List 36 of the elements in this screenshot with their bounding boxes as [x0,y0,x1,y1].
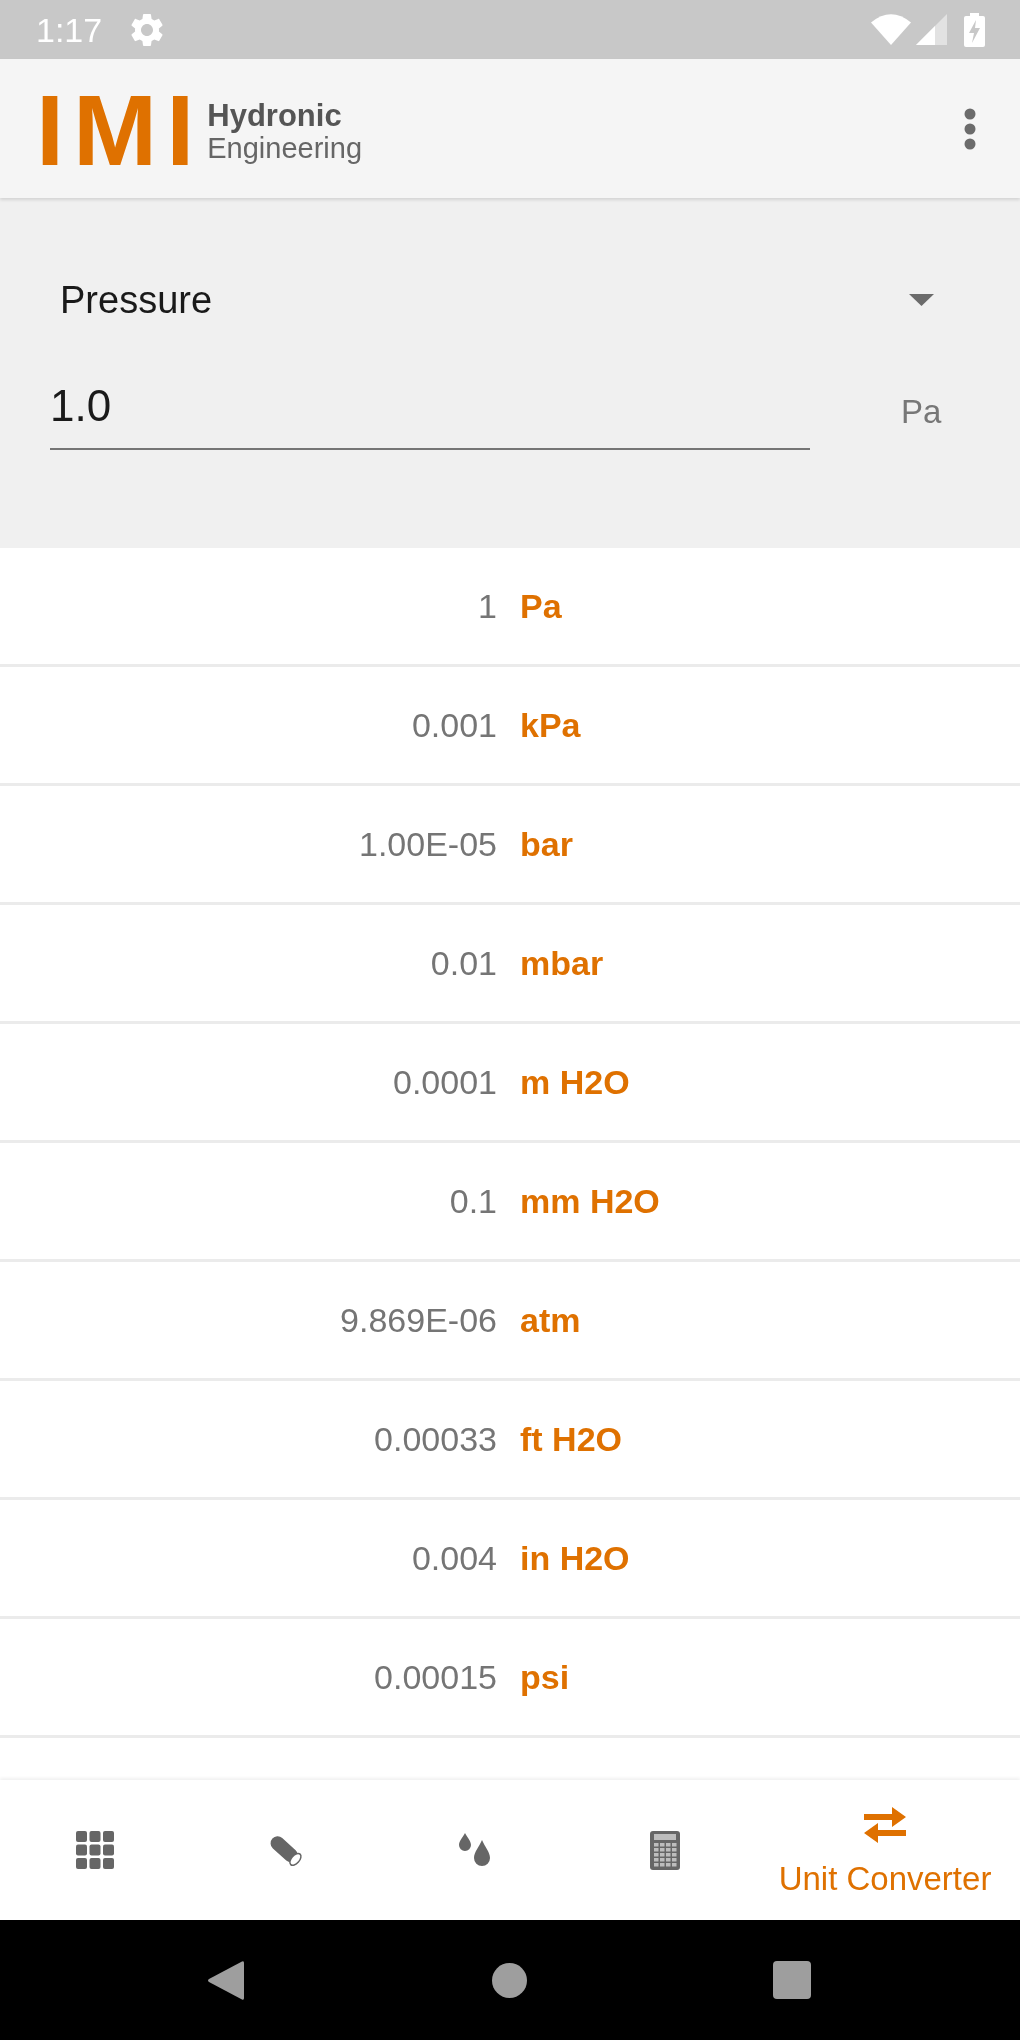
result-unit: mbar [520,946,604,980]
wifi-icon [871,14,911,45]
value-input[interactable]: 1.0 [50,375,810,450]
result-value: 0.0001 [392,1065,497,1099]
calculator-icon [650,1830,680,1870]
result-value: 0.00015 [373,1660,497,1694]
result-value: 9.869E-06 [339,1303,497,1337]
result-unit: mm H2O [520,1184,660,1218]
grid-icon [76,1831,114,1869]
quantity-dropdown[interactable]: Pressure [38,260,960,340]
result-unit: bar [520,827,573,861]
result-value: 0.1 [448,1184,497,1218]
more-menu-icon[interactable] [964,107,976,150]
result-unit: psi [520,1660,570,1694]
result-value: 0.001 [410,708,497,742]
result-unit: in H2O [520,1541,630,1575]
home-icon[interactable] [492,1962,527,1998]
result-unit: ft H2O [520,1422,622,1456]
result-value: 0.004 [410,1541,497,1575]
swap-arrows-icon [864,1805,906,1844]
result-unit: kPa [520,708,581,742]
signal-icon [916,14,947,45]
result-value: 1 [477,589,497,623]
result-value: 1.00E-05 [358,827,497,861]
result-unit: Pa [520,589,562,623]
result-value: 0.01 [429,946,497,980]
result-value: 0.00033 [373,1422,497,1456]
brand-title: Hydronic [207,99,343,132]
dropdown-caret-icon [909,294,934,306]
input-unit-label: Pa [901,395,942,428]
result-unit: m H2O [520,1065,630,1099]
logo-text: IMI [36,80,204,181]
settings-icon [131,13,164,46]
back-icon[interactable] [207,1959,244,2001]
battery-charging-icon [964,12,985,47]
result-unit: atm [520,1303,581,1337]
